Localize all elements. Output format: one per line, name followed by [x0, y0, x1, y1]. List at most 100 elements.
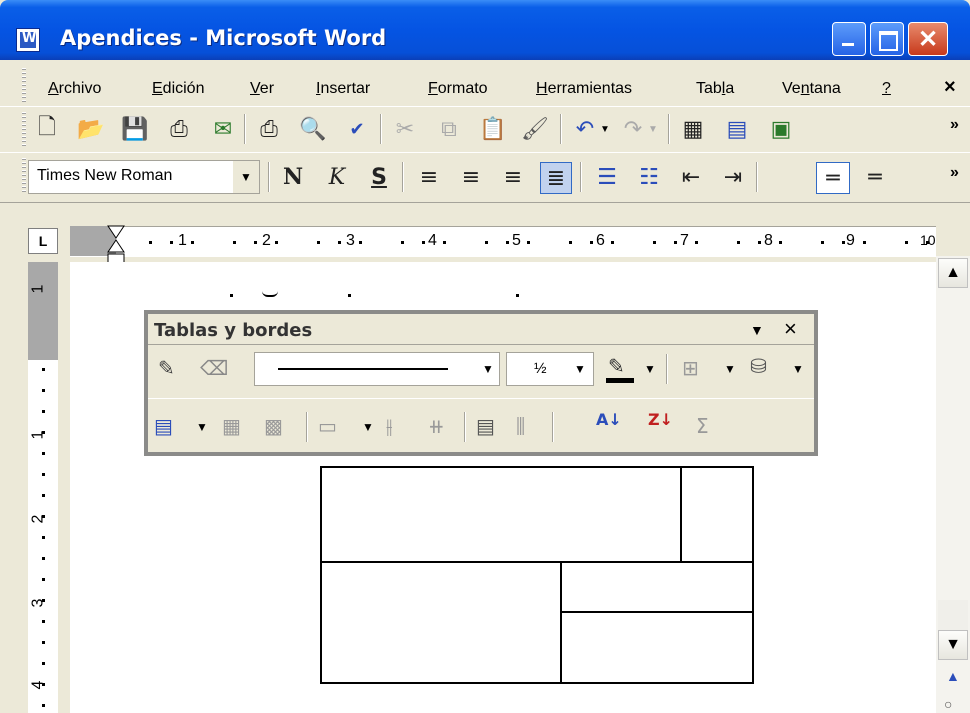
chevron-down-icon[interactable]: ▼: [362, 420, 374, 434]
italic-button[interactable]: K: [324, 164, 350, 190]
print-preview-icon[interactable]: 🔍: [299, 116, 326, 142]
menu-edicion[interactable]: Edición: [152, 80, 204, 98]
menu-tabla[interactable]: Tabla: [696, 80, 734, 98]
chevron-down-icon[interactable]: ▼: [482, 362, 494, 376]
new-document-icon[interactable]: 🗋: [34, 115, 60, 142]
chevron-down-icon[interactable]: ▼: [574, 362, 586, 376]
spelling-icon[interactable]: ✔: [344, 116, 370, 142]
document-table[interactable]: [320, 466, 754, 684]
font-name-combobox[interactable]: Times New Roman ▼: [28, 160, 260, 194]
vertical-ruler-tick: [42, 473, 45, 476]
bullets-icon[interactable]: ☷: [636, 164, 662, 190]
close-window-button[interactable]: [908, 22, 948, 56]
autosum-icon[interactable]: Σ: [696, 414, 709, 438]
ruler-number: 6: [596, 232, 605, 249]
horizontal-ruler[interactable]: [70, 226, 936, 257]
insert-excel-icon[interactable]: ▣: [768, 116, 794, 142]
maximize-button[interactable]: [870, 22, 904, 56]
sort-descending-icon[interactable]: Z↓: [648, 410, 673, 429]
decrease-indent-icon[interactable]: ⇤: [678, 164, 704, 190]
ruler-tick: [170, 241, 173, 244]
menu-herramientas[interactable]: Herramientas: [536, 80, 632, 98]
scroll-up-button[interactable]: ▲: [938, 258, 968, 288]
chevron-down-icon[interactable]: ▼: [644, 362, 656, 376]
copy-icon[interactable]: ⧉: [436, 116, 462, 142]
email-icon[interactable]: ✉: [210, 116, 236, 142]
close-document-button[interactable]: ×: [944, 76, 956, 99]
permission-icon[interactable]: ⎙: [166, 116, 192, 142]
numbering-icon[interactable]: ☰: [594, 164, 620, 190]
tables-borders-title[interactable]: Tablas y bordes: [154, 320, 312, 341]
minimize-button[interactable]: [832, 22, 866, 56]
vertical-ruler-tick: [42, 704, 45, 707]
toolbar-separator: [306, 412, 308, 442]
chevron-down-icon[interactable]: ▼: [233, 161, 259, 193]
redo-dropdown-icon[interactable]: ▼: [648, 124, 658, 135]
split-cells-icon[interactable]: ▩: [264, 414, 283, 438]
chevron-down-icon[interactable]: ▼: [724, 362, 736, 376]
ruler-tick: [842, 241, 845, 244]
undo-dropdown-icon[interactable]: ▼: [600, 124, 610, 135]
print-icon[interactable]: ⎙: [256, 116, 282, 142]
border-line-icon[interactable]: ═: [862, 164, 888, 190]
paste-icon[interactable]: 📋: [479, 116, 506, 142]
distribute-rows-icon[interactable]: ⫲: [386, 414, 392, 438]
menu-edicion-hotkey: E: [152, 80, 163, 97]
menu-formato[interactable]: Formato: [428, 80, 488, 98]
format-painter-icon[interactable]: 🖌: [521, 116, 549, 142]
increase-indent-icon[interactable]: ⇥: [720, 164, 746, 190]
draw-table-pencil-icon[interactable]: ✎: [158, 356, 175, 380]
align-right-icon[interactable]: ≡: [500, 164, 526, 190]
toolbar-options-icon[interactable]: ▼: [750, 322, 764, 338]
tables-and-borders-icon[interactable]: ▦: [680, 116, 706, 142]
borders-icon[interactable]: ⊞: [682, 356, 699, 380]
menu-help[interactable]: ?: [882, 80, 891, 98]
toolbar-options-chevron-icon[interactable]: »: [950, 164, 959, 182]
merge-cells-icon[interactable]: ▦: [222, 414, 241, 438]
border-color-icon[interactable]: ✎: [608, 354, 625, 378]
save-icon[interactable]: 💾: [121, 116, 148, 142]
align-left-icon[interactable]: ≡: [416, 164, 442, 190]
chevron-down-icon[interactable]: ▼: [792, 362, 804, 376]
vertical-ruler-tick: [42, 662, 45, 665]
align-center-icon[interactable]: ≡: [458, 164, 484, 190]
scroll-down-button[interactable]: ▼: [938, 630, 968, 660]
menu-insertar[interactable]: Insertar: [316, 80, 370, 98]
sort-ascending-icon[interactable]: A↓: [596, 410, 622, 429]
shading-color-icon[interactable]: ⛁: [750, 354, 767, 378]
justify-icon[interactable]: ≣: [540, 162, 572, 194]
chevron-down-icon[interactable]: ▼: [196, 420, 208, 434]
menu-ver[interactable]: Ver: [250, 80, 274, 98]
eraser-icon[interactable]: ⌫: [200, 356, 228, 380]
cell-alignment-icon[interactable]: ▭: [318, 414, 337, 438]
autoformat-table-icon[interactable]: ▤: [476, 414, 495, 438]
cut-icon[interactable]: ✂: [392, 116, 418, 142]
toolbar-separator: [560, 114, 562, 144]
bold-button[interactable]: N: [280, 164, 306, 190]
underline-button[interactable]: S: [366, 164, 392, 190]
menu-ventana[interactable]: Ventana: [782, 80, 841, 98]
standard-toolbar-grip[interactable]: [22, 112, 26, 146]
word-app-icon[interactable]: [16, 28, 40, 52]
menu-archivo[interactable]: Archivo: [48, 80, 101, 98]
open-folder-icon[interactable]: 📂: [77, 116, 104, 142]
menu-grip[interactable]: [22, 68, 26, 102]
toolbar-options-chevron-icon[interactable]: »: [950, 116, 959, 134]
distribute-columns-icon[interactable]: ⧺: [428, 414, 445, 438]
tab-selector-button[interactable]: L: [28, 228, 58, 254]
redo-icon[interactable]: ↷: [620, 116, 646, 142]
text-fragment: [516, 294, 519, 297]
undo-icon[interactable]: ↶: [572, 116, 598, 142]
insert-table-icon[interactable]: ▤: [724, 116, 750, 142]
previous-page-icon[interactable]: ▲: [946, 668, 960, 684]
menu-ver-label: er: [259, 80, 275, 97]
outside-border-icon[interactable]: ═: [816, 162, 850, 194]
formatting-toolbar-grip[interactable]: [22, 158, 26, 194]
line-weight-value: ½: [534, 360, 547, 377]
insert-table-icon[interactable]: ▤: [154, 414, 173, 438]
tables-borders-close-button[interactable]: ×: [784, 316, 797, 342]
browse-object-icon[interactable]: ○: [944, 696, 952, 712]
table-row-border: [560, 611, 754, 613]
text-direction-icon[interactable]: ⫼: [516, 414, 525, 438]
ruler-tick: [401, 241, 404, 244]
